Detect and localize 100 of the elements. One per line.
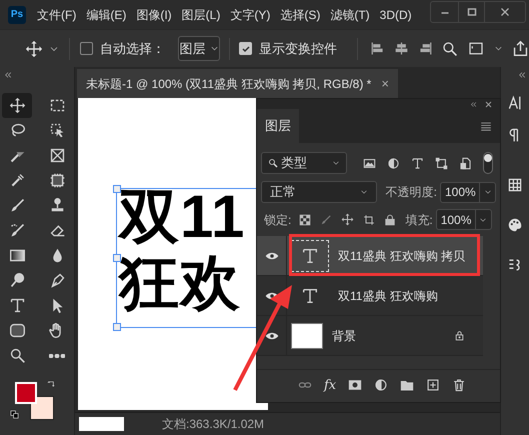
align-right-icon[interactable] [418, 41, 433, 56]
fill-field[interactable]: 100% [436, 209, 492, 230]
smart-object-filter-icon[interactable] [459, 156, 472, 170]
adjustment-icon[interactable] [374, 378, 388, 392]
layer-row[interactable]: 背景 [257, 316, 483, 356]
caret-icon [332, 159, 340, 167]
image-filter-icon[interactable] [363, 156, 376, 170]
workspace-icon[interactable] [467, 41, 485, 56]
checkbox-label: 显示变换控件 [259, 40, 338, 58]
gradient-icon [8, 247, 26, 264]
document-info: 文档:363.3K/1.02M [162, 416, 264, 433]
app-logo[interactable]: Ps [8, 6, 26, 24]
lasso-icon [8, 122, 26, 139]
caret-icon [360, 188, 368, 196]
fx-button[interactable]: fx [324, 378, 336, 392]
stamp-icon [48, 197, 66, 214]
more-icon [49, 354, 65, 358]
character-panel-icon[interactable] [507, 95, 523, 111]
move-icon [8, 97, 26, 114]
type-icon [301, 246, 319, 264]
brush-icon [8, 222, 26, 239]
menu-item[interactable]: 图层(L) [182, 6, 220, 24]
table-icon[interactable] [507, 177, 523, 193]
checkbox-label: 自动选择： [100, 40, 165, 58]
check-icon [240, 44, 251, 54]
foreground-color-swatch[interactable] [15, 382, 37, 404]
menu-icon[interactable] [480, 120, 492, 132]
move-icon[interactable] [341, 213, 354, 226]
caret-icon [484, 188, 492, 196]
filter-dropdown[interactable]: 类型 [261, 152, 347, 174]
selection-arrow-icon [48, 122, 66, 139]
layer-name: 双11盛典 狂欢嗨购 [338, 288, 438, 304]
collapse-icon[interactable] [470, 100, 477, 108]
new-layer-icon[interactable] [426, 378, 440, 392]
zoom-icon [8, 347, 26, 364]
blend-mode-dropdown[interactable]: 正常 [261, 181, 377, 203]
opacity-label: 不透明度: [386, 184, 437, 201]
menu-item[interactable]: 文字(Y) [230, 6, 270, 24]
document-tab[interactable]: 未标题-1 @ 100% (双11盛典 狂欢嗨购 拷贝, RGB/8) * × [77, 69, 398, 98]
document-title: 未标题-1 @ 100% (双11盛典 狂欢嗨购 拷贝, RGB/8) * [86, 76, 372, 92]
folder-icon[interactable] [400, 378, 414, 392]
layer-name: 背景 [332, 328, 356, 344]
tab-close-button[interactable]: × [381, 74, 389, 94]
pen-icon [48, 272, 66, 289]
collapse-icon[interactable] [4, 71, 12, 79]
caret-icon [210, 44, 219, 53]
layer-row[interactable]: 双11盛典 狂欢嗨购 [257, 276, 483, 316]
layer-name: 双11盛典 狂欢嗨购 拷贝 [338, 248, 466, 264]
menu-item[interactable]: 3D(D) [380, 6, 412, 24]
checkbox[interactable] [80, 42, 93, 55]
menu-item[interactable]: 编辑(E) [86, 6, 126, 24]
menu-item[interactable]: 选择(S) [280, 6, 320, 24]
chip-icon [48, 172, 66, 189]
dodge-icon [8, 272, 26, 289]
share-icon[interactable] [512, 40, 529, 57]
maximize-icon [466, 7, 476, 17]
filter-toggle[interactable] [483, 152, 493, 174]
lock-transparency-icon[interactable] [299, 214, 312, 226]
marquee-icon [48, 97, 66, 114]
move-tool[interactable] [2, 93, 32, 118]
canvas-text: 狂欢 [119, 250, 242, 316]
brush-icon[interactable] [320, 214, 332, 226]
close-icon [500, 7, 510, 17]
layer-row[interactable]: 双11盛典 狂欢嗨购 拷贝 [257, 236, 483, 276]
swap-icon[interactable] [47, 380, 56, 389]
menu-item[interactable]: 图像(I) [136, 6, 172, 24]
brush-icon [8, 197, 26, 214]
move-tool-icon[interactable] [25, 40, 43, 58]
zoom-field[interactable] [79, 417, 124, 431]
mask-icon[interactable] [348, 378, 362, 392]
type-filter-icon[interactable] [411, 156, 424, 170]
search-icon [268, 158, 278, 168]
transform-handle[interactable] [113, 323, 121, 331]
trash-icon[interactable] [452, 378, 466, 392]
type-icon [301, 286, 319, 304]
collapse-icon[interactable] [518, 71, 526, 79]
opacity-field[interactable]: 100% [440, 182, 496, 202]
frame-icon [48, 147, 66, 164]
palette-icon[interactable] [507, 217, 523, 233]
padlock-icon[interactable] [384, 214, 396, 226]
align-center-icon[interactable] [394, 41, 409, 56]
lock-label: 锁定: [264, 212, 292, 228]
checkbox[interactable] [239, 42, 252, 55]
close-icon[interactable] [485, 100, 492, 108]
shape-filter-icon[interactable] [435, 156, 448, 170]
background-color-swatch[interactable] [30, 396, 54, 420]
search-icon[interactable] [442, 40, 458, 56]
eyedropper-icon [8, 172, 26, 189]
default-colors-icon[interactable] [10, 410, 19, 419]
type-icon [8, 297, 26, 314]
rounded-rectangle-icon [8, 322, 26, 339]
menu-item[interactable]: 文件(F) [37, 6, 76, 24]
adjustment-filter-icon[interactable] [387, 156, 400, 170]
crop-icon[interactable] [363, 214, 376, 226]
caret-icon[interactable] [494, 44, 503, 53]
menu-item[interactable]: 滤镜(T) [330, 6, 370, 24]
align-left-icon[interactable] [370, 41, 385, 56]
target-dropdown[interactable]: 图层 [178, 36, 220, 61]
panel-tab[interactable]: 图层 [257, 109, 299, 143]
caret-icon [479, 216, 488, 224]
